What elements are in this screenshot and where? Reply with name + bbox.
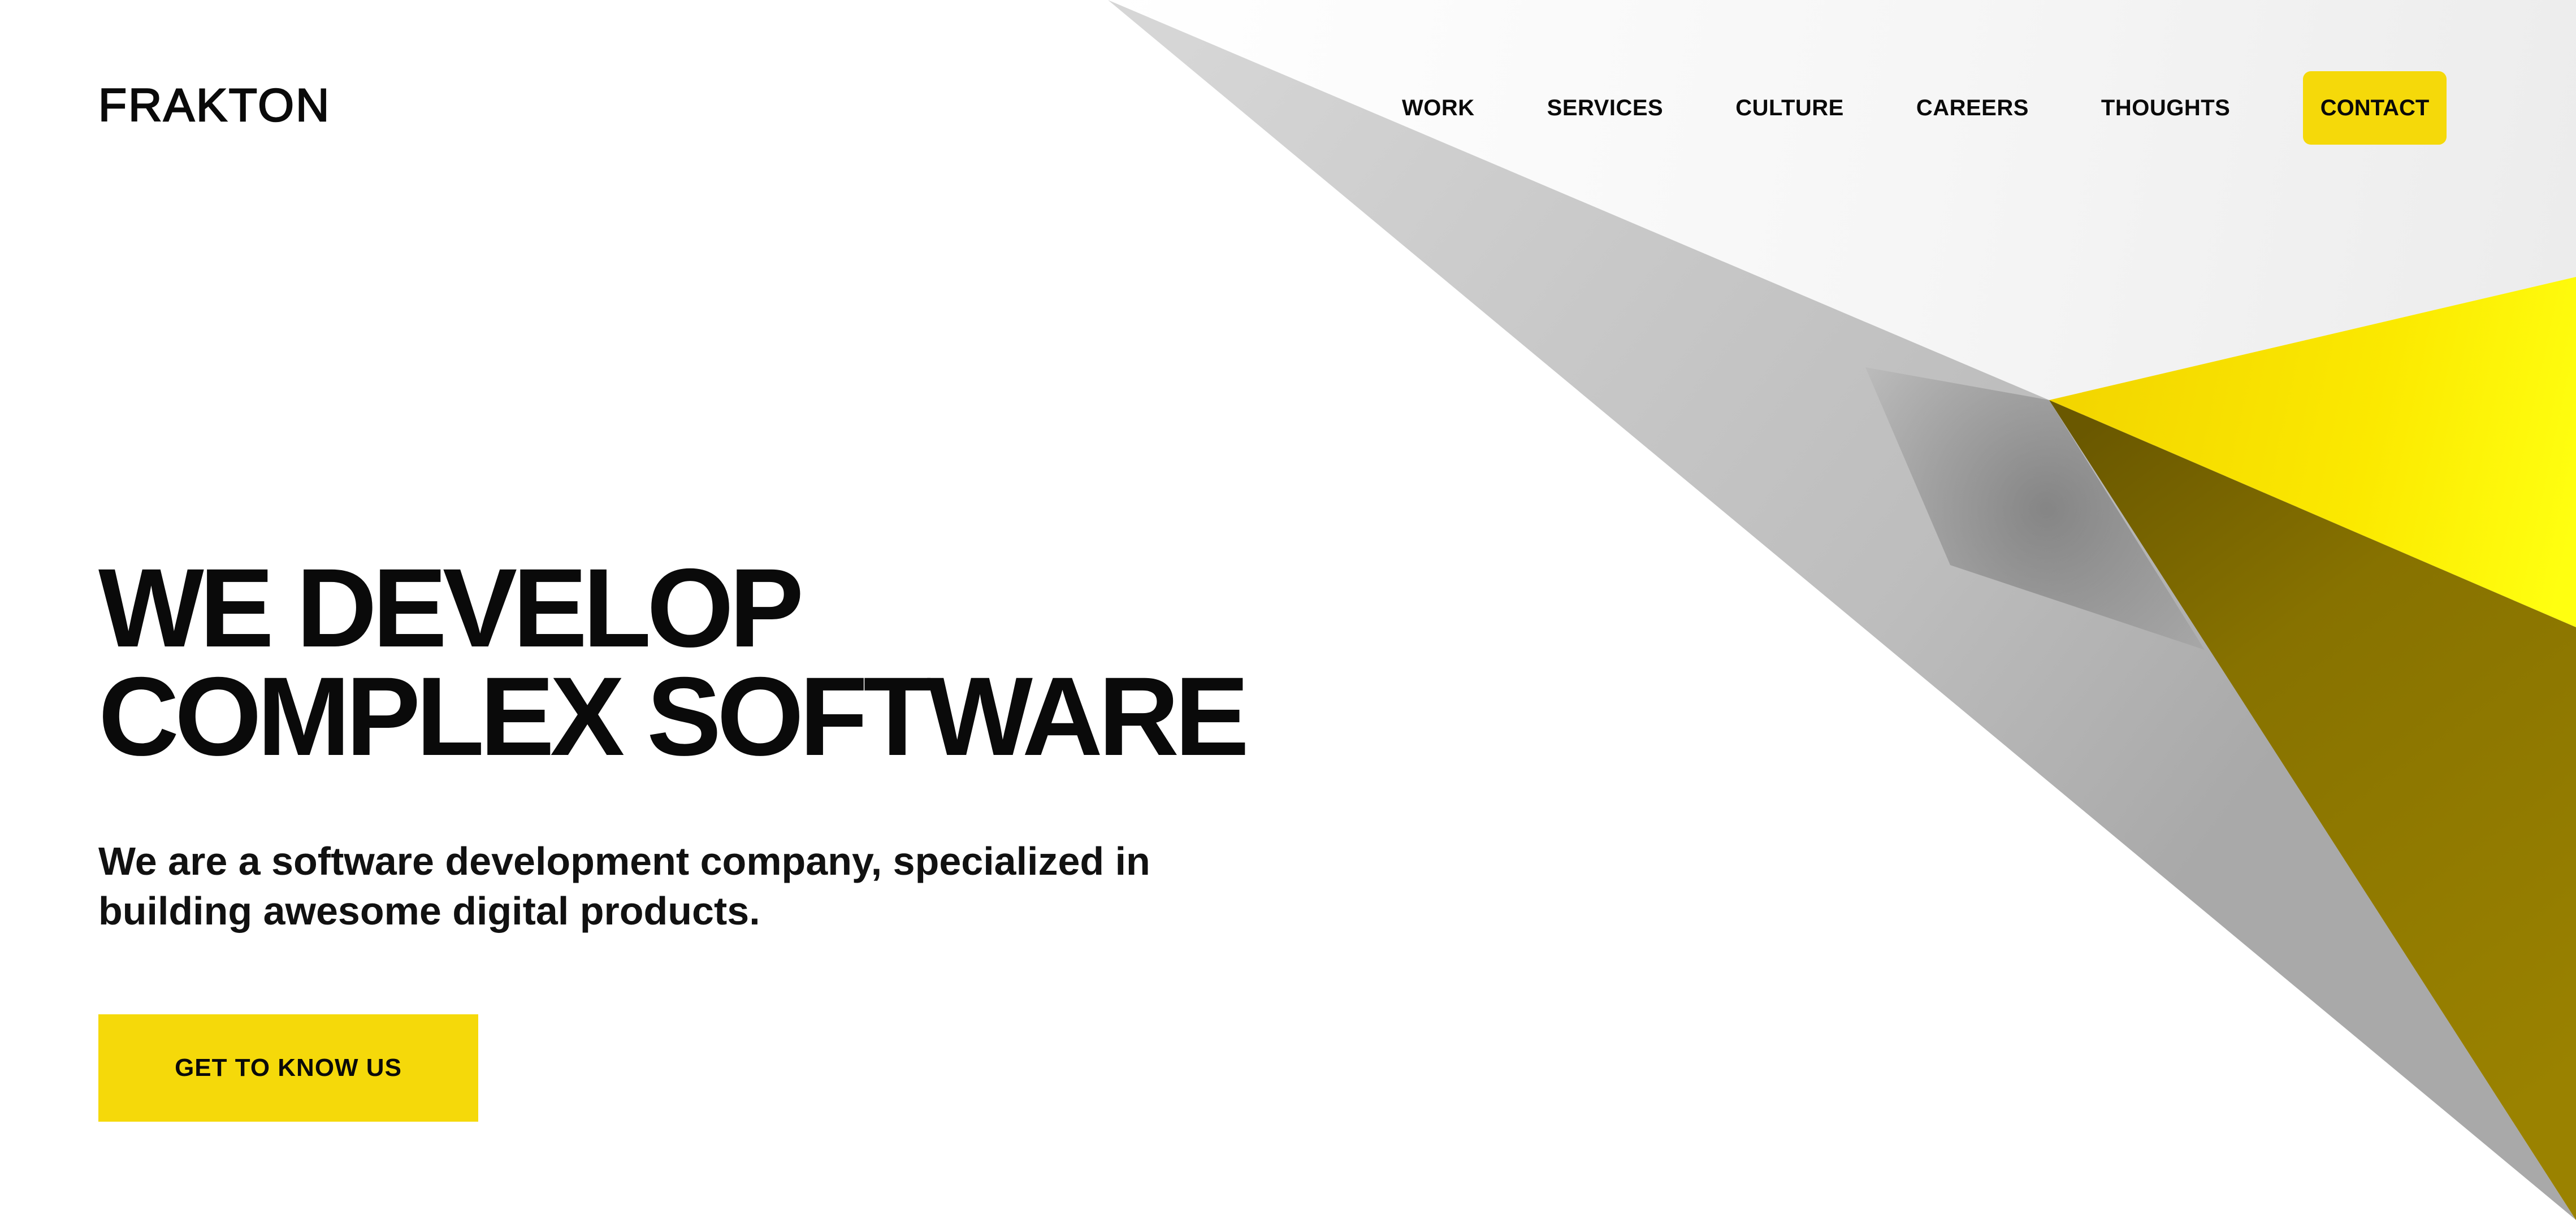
nav-item-culture[interactable]: CULTURE [1735, 97, 1844, 119]
nav-item-services[interactable]: SERVICES [1547, 97, 1664, 119]
main-nav: WORK SERVICES CULTURE CAREERS THOUGHTS [1402, 71, 2230, 145]
nav-item-work[interactable]: WORK [1402, 97, 1475, 119]
nav-item-careers[interactable]: CAREERS [1916, 97, 2029, 119]
hero-title: WE DEVELOP COMPLEX SOFTWARE [98, 545, 1249, 779]
page: FRAKTON WORK SERVICES CULTURE CAREERS TH… [0, 0, 2576, 1220]
hero-subtitle: We are a software development company, s… [98, 836, 1285, 936]
nav-item-thoughts[interactable]: THOUGHTS [2101, 97, 2230, 119]
hero-subtitle-line-2: building awesome digital products. [98, 889, 760, 933]
hero-subtitle-line-1: We are a software development company, s… [98, 839, 1150, 883]
hero-title-line-2: COMPLEX SOFTWARE [98, 654, 1249, 779]
get-to-know-us-button[interactable]: GET TO KNOW US [98, 1014, 478, 1122]
logo[interactable]: FRAKTON [98, 81, 331, 129]
hero-title-line-1: WE DEVELOP [98, 545, 804, 670]
contact-button[interactable]: CONTACT [2303, 71, 2447, 145]
